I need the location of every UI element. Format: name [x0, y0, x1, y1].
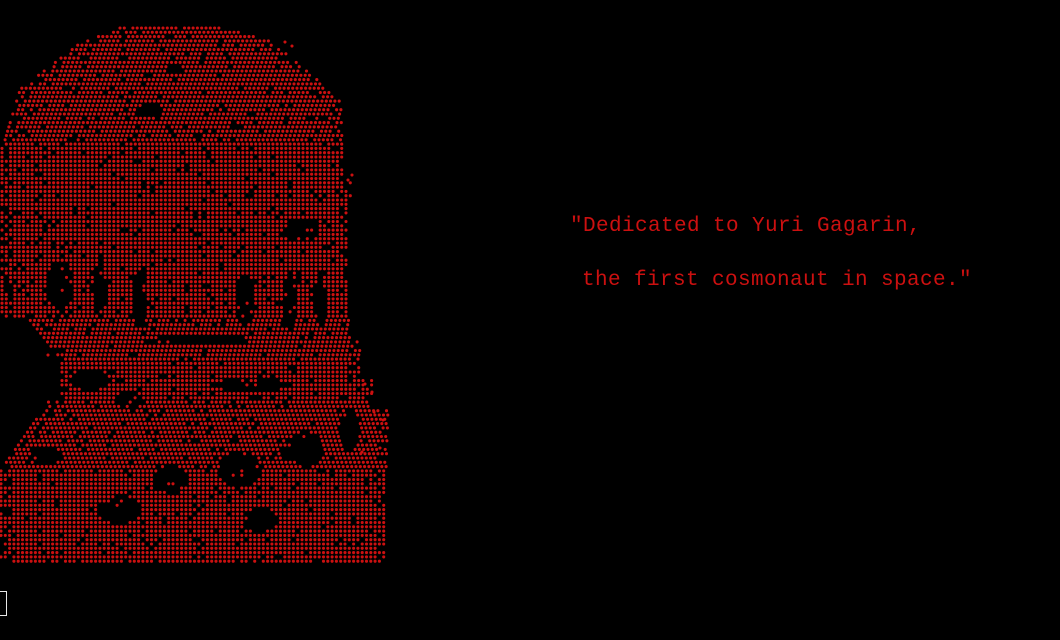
- gagarin-dot-portrait: [0, 26, 390, 563]
- dedication-line-1: "Dedicated to Yuri Gagarin,: [570, 215, 922, 238]
- dedication-line-2: the first cosmonaut in space.": [582, 269, 973, 292]
- portrait-dots: [0, 26, 390, 563]
- terminal-cursor[interactable]: [0, 591, 7, 616]
- terminal-screen: "Dedicated to Yuri Gagarin, the first co…: [0, 0, 1060, 640]
